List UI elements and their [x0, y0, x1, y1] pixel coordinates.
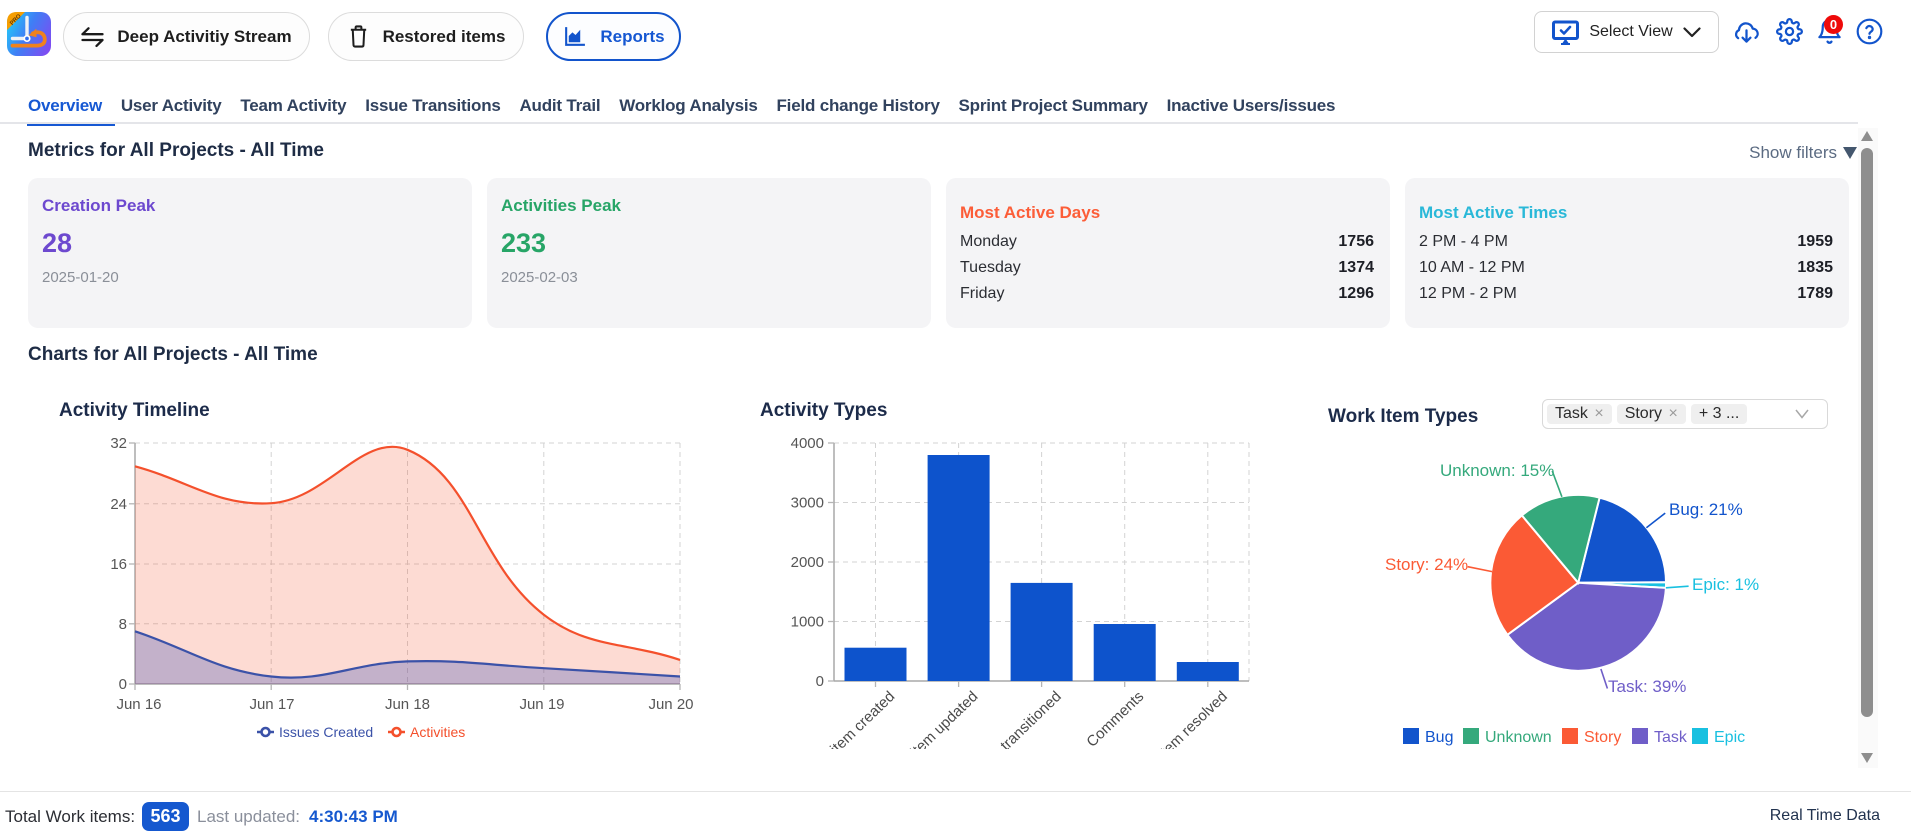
- svg-text:Task: 39%: Task: 39%: [1608, 677, 1686, 696]
- svg-text:Unknown: Unknown: [1485, 729, 1552, 746]
- svg-text:Jun 20: Jun 20: [648, 696, 693, 713]
- svg-text:Unknown: 15%: Unknown: 15%: [1440, 461, 1554, 480]
- svg-text:16: 16: [110, 556, 127, 573]
- svg-text:2000: 2000: [791, 554, 824, 571]
- svg-text:24: 24: [110, 496, 127, 513]
- svg-text:3000: 3000: [791, 495, 824, 512]
- svg-text:Activities: Activities: [410, 724, 465, 740]
- svg-text:0: 0: [119, 676, 127, 693]
- svg-text:32: 32: [110, 435, 127, 452]
- svg-text:Jun 19: Jun 19: [519, 696, 564, 713]
- svg-text:Epic: 1%: Epic: 1%: [1692, 575, 1759, 594]
- svg-text:Story: Story: [1584, 729, 1621, 746]
- svg-text:Jun 16: Jun 16: [116, 696, 161, 713]
- svg-text:Bug: 21%: Bug: 21%: [1669, 500, 1743, 519]
- svg-text:Story: 24%: Story: 24%: [1385, 555, 1468, 574]
- svg-text:Issues Created: Issues Created: [279, 724, 373, 740]
- svg-text:8: 8: [119, 616, 127, 633]
- svg-text:4000: 4000: [791, 435, 824, 452]
- svg-text:Jun 18: Jun 18: [385, 696, 430, 713]
- svg-text:Bug: Bug: [1425, 729, 1453, 746]
- svg-text:Jun 17: Jun 17: [249, 696, 294, 713]
- svg-text:Task: Task: [1654, 729, 1688, 746]
- svg-text:1000: 1000: [791, 614, 824, 631]
- svg-text:Epic: Epic: [1714, 729, 1745, 746]
